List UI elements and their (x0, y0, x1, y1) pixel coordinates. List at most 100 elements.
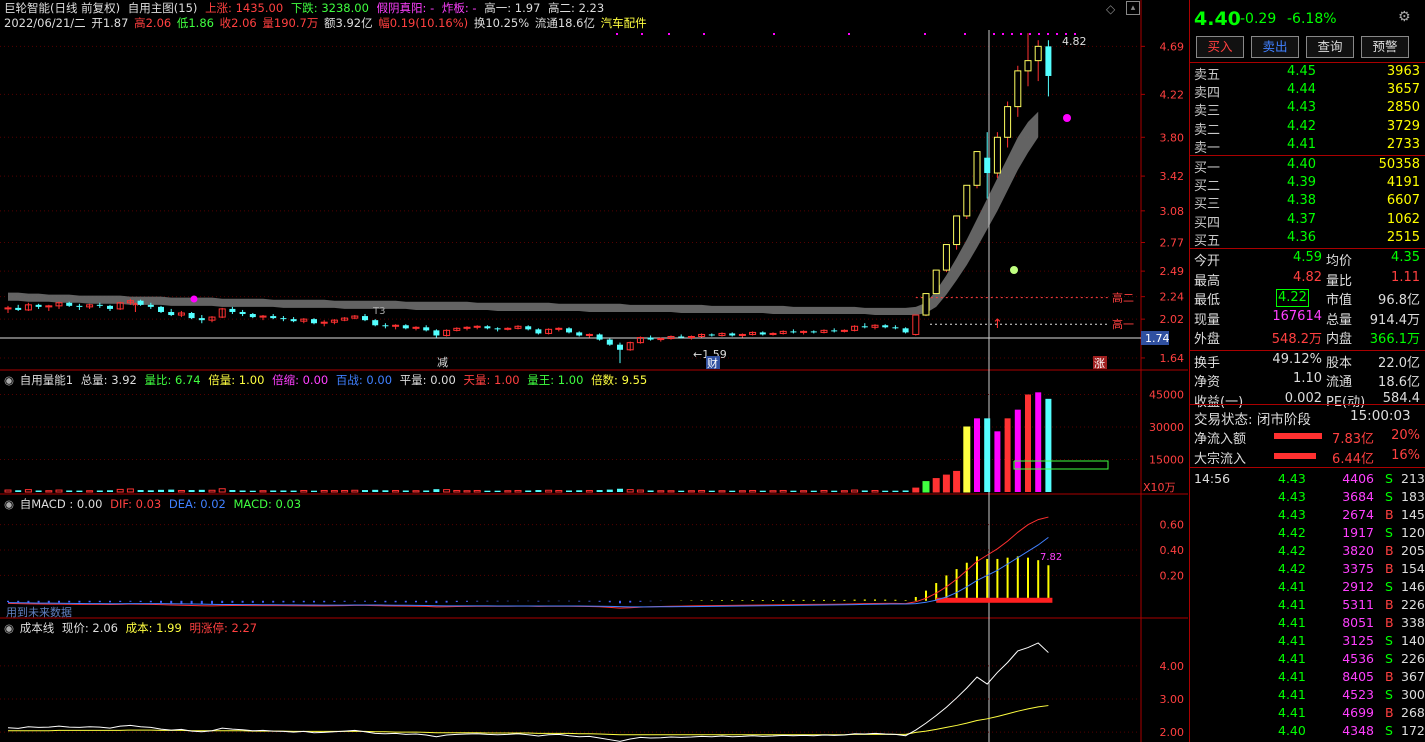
bid-row[interactable]: 买四 4.37 1062 (1190, 212, 1425, 231)
bid-row[interactable]: 买三 4.38 6607 (1190, 193, 1425, 212)
panel-menu-icon[interactable]: ◉ (4, 497, 14, 511)
tick-row[interactable]: 4.41 4523 S 300 (1190, 687, 1425, 705)
volume-bar (596, 490, 603, 492)
tick-count: 172 (1401, 723, 1425, 738)
tick-side: S (1385, 651, 1393, 666)
candle-body (362, 316, 368, 321)
tick-row[interactable]: 4.40 4348 S 172 (1190, 723, 1425, 741)
ask-row[interactable]: 卖三 4.43 2850 (1190, 100, 1425, 119)
tick-row[interactable]: 4.41 4699 B 268 (1190, 705, 1425, 723)
y-tick-label: 4.00 (1160, 660, 1185, 673)
tick-side: B (1385, 705, 1394, 720)
yinyang: 假阴真阳: - (376, 1, 435, 15)
volume-bar (402, 490, 409, 492)
stat-label: 量比 (1326, 273, 1353, 289)
candle-body (168, 311, 175, 316)
stat-value: 548.2万 (1271, 332, 1322, 347)
y-tick-label: 0.20 (1160, 569, 1185, 582)
cost-now: 现价: 2.06 (61, 621, 118, 635)
stock-title[interactable]: 巨轮智能(日线 前复权) (4, 1, 120, 15)
ask-row[interactable]: 卖四 4.44 3657 (1190, 82, 1425, 101)
tick-row[interactable]: 4.43 2674 B 145 (1190, 507, 1425, 525)
candle-body (1004, 106, 1012, 138)
tick-side: S (1385, 489, 1393, 504)
volume-bar (831, 490, 838, 492)
tick-row[interactable]: 4.42 1917 S 120 (1190, 525, 1425, 543)
flow-label: 大宗流入 (1194, 451, 1247, 467)
tick-row[interactable]: 4.41 8405 B 367 (1190, 669, 1425, 687)
diamond-icon[interactable]: ◇ (1106, 2, 1115, 16)
chart-area[interactable]: 4.69 4.22 3.80 3.42 3.08 2.77 2.49 2.24 2.02 1.64… (0, 0, 1188, 742)
tick-count: 338 (1401, 615, 1425, 630)
tick-row[interactable]: 14:56 4.43 4406 S 213 (1190, 471, 1425, 489)
flow-label: 净流入额 (1194, 432, 1247, 447)
candle-body (861, 326, 868, 328)
tick-count: 213 (1401, 471, 1425, 486)
signal-dot (924, 33, 926, 35)
price-pct: -6.18% (1287, 11, 1337, 27)
alert-button[interactable]: 预警 (1361, 36, 1409, 58)
tick-row[interactable]: 4.41 3125 S 140 (1190, 633, 1425, 651)
vol-tian: 天量: 1.00 (463, 373, 520, 387)
ask-row[interactable]: 卖二 4.42 3729 (1190, 119, 1425, 138)
volume-bar (433, 489, 440, 492)
tick-count: 146 (1401, 579, 1425, 594)
y-tick-label: 2.24 (1160, 291, 1185, 304)
sell-button[interactable]: 卖出 (1251, 36, 1299, 58)
tick-row[interactable]: 4.42 3820 B 205 (1190, 543, 1425, 561)
signal-dot (1047, 33, 1049, 35)
tick-row[interactable]: 4.41 4536 S 226 (1190, 651, 1425, 669)
tick-row[interactable]: 4.42 3375 B 154 (1190, 561, 1425, 579)
peak-label: 4.82 (1062, 35, 1087, 48)
sector[interactable]: 汽车配件 (601, 16, 647, 30)
bid-row[interactable]: 买一 4.40 50358 (1190, 157, 1425, 176)
gear-icon[interactable]: ⚙ (1398, 9, 1411, 25)
tick-volume: 4348 (1342, 723, 1374, 738)
y-tick-label: 0.60 (1160, 519, 1185, 532)
candle-body (535, 329, 542, 334)
ask-row[interactable]: 卖一 4.41 2733 (1190, 137, 1425, 156)
bid-volume: 2515 (1386, 229, 1420, 245)
indicator-name[interactable]: 自用主图(15) (128, 1, 198, 15)
cost-name[interactable]: 成本线 (20, 621, 55, 635)
signal-dot (848, 33, 850, 35)
bid-row[interactable]: 买二 4.39 4191 (1190, 175, 1425, 194)
flow-value: 7.83亿 (1332, 432, 1374, 447)
bid-row[interactable]: 买五 4.36 2515 (1190, 229, 1425, 249)
tick-volume: 4536 (1342, 651, 1374, 666)
candle-body (423, 327, 430, 331)
volume-bar (504, 490, 512, 493)
volume-bar (86, 490, 94, 493)
query-button[interactable]: 查询 (1306, 36, 1354, 58)
ask-row[interactable]: 卖五 4.45 3963 (1190, 64, 1425, 83)
tick-row[interactable]: 4.41 5311 B 226 (1190, 597, 1425, 615)
flow-bar (1274, 452, 1316, 459)
macd-name[interactable]: 自MACD (20, 497, 66, 511)
stat-label: 均价 (1326, 254, 1353, 269)
signal-dot (1038, 33, 1040, 35)
vol-name[interactable]: 自用量能1 (20, 373, 73, 387)
divider (1190, 467, 1425, 468)
tick-row[interactable]: 4.43 3684 S 183 (1190, 489, 1425, 507)
y-tick-label: 0.40 (1160, 544, 1185, 557)
stat-label: 今开 (1194, 254, 1221, 269)
collapse-icon[interactable]: ▴ (1126, 1, 1140, 15)
volume-bar (484, 490, 491, 492)
stat-label: 最高 (1194, 273, 1221, 289)
high: 高2.06 (134, 16, 172, 30)
tick-row[interactable]: 4.41 8051 B 338 (1190, 615, 1425, 633)
bid-price: 4.39 (1287, 175, 1316, 191)
candle-body (402, 325, 409, 329)
signal-dot (1002, 33, 1004, 35)
candle-body (647, 337, 654, 340)
volume-bar (555, 489, 563, 493)
tick-row[interactable]: 4.41 2912 S 146 (1190, 579, 1425, 597)
volume-bar (514, 489, 522, 493)
volume-bar (168, 489, 175, 492)
stat-label: 内盘 (1326, 332, 1353, 347)
tick-volume: 3820 (1342, 543, 1374, 558)
buy-button[interactable]: 买入 (1196, 36, 1244, 58)
panel-menu-icon[interactable]: ◉ (4, 621, 14, 635)
panel-menu-icon[interactable]: ◉ (4, 373, 14, 387)
volume-bar (820, 489, 828, 493)
